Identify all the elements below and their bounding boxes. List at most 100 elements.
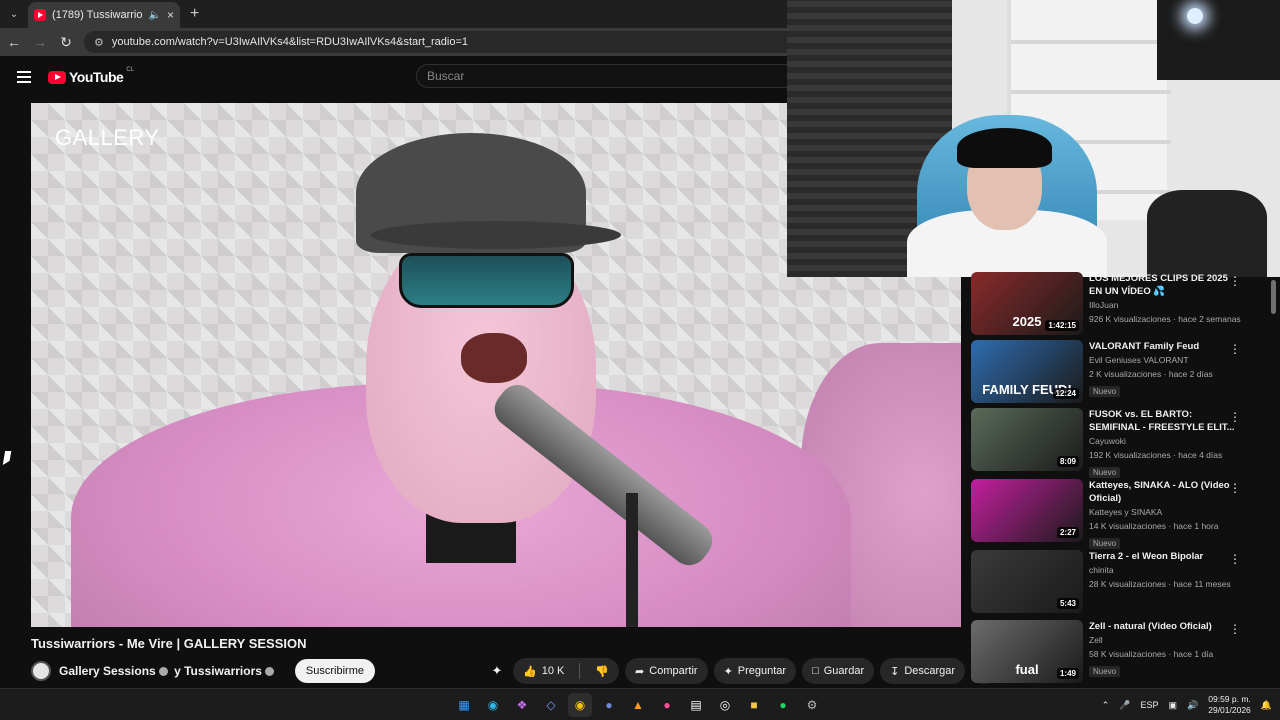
notifications-icon[interactable]: 🔔 [1261,700,1272,711]
download-button[interactable]: ↧ Descargar [880,658,966,684]
rec-thumbnail[interactable]: 2:27 [971,479,1083,542]
rec-more-icon[interactable]: ⋮ [1229,552,1241,566]
rec-channel[interactable]: Cayuwoki [1089,434,1239,448]
ask-button[interactable]: ✦ Preguntar [713,658,797,684]
rec-channel[interactable]: chinita [1089,563,1239,577]
share-arrow-icon: ➦ [635,665,645,678]
rec-thumbnail[interactable]: 5:43 [971,550,1083,613]
rec-title[interactable]: LOS MEJORES CLIPS DE 2025 EN UN VÍDEO 💦 [1089,272,1239,298]
reload-icon[interactable]: ↻ [54,34,78,51]
rec-duration: 2:27 [1056,527,1079,538]
sparkle-icon[interactable]: ✦ [487,658,507,684]
cam-tv [1157,0,1280,80]
rec-more-icon[interactable]: ⋮ [1229,481,1241,495]
rec-title[interactable]: FUSOK vs. EL BARTO: SEMIFINAL - FREESTYL… [1089,408,1239,434]
rec-channel[interactable]: Katteyes y SINAKA [1089,505,1239,519]
rec-stats: 14 K visualizaciones · hace 1 hora [1089,521,1219,531]
rec-channel[interactable]: Zell [1089,633,1239,647]
rec-title[interactable]: Katteyes, SINAKA - ALO (Video Oficial) [1089,479,1239,505]
settings-gear-icon[interactable]: ⚙ [800,693,824,717]
like-dislike-group: 👍 10 K 👎 [513,658,620,684]
dev-app-icon[interactable]: ◇ [539,693,563,717]
windows-taskbar: ▦ ◉ ❖ ◇ ◉ ● ▲ ● ▤ ◎ ■ ● ⚙ ⌃ 🎤 ESP ▣ 🔊 09… [0,688,1280,720]
rec-thumbnail[interactable]: fual 1:49 [971,620,1083,683]
back-arrow-icon[interactable]: ← [2,34,26,50]
dislike-button[interactable]: 👎 [585,658,619,684]
channel-secondary[interactable]: Tussiwarriors [184,664,262,678]
tray-chevron-icon[interactable]: ⌃ [1102,700,1110,711]
rec-thumbnail[interactable]: 2025 1:42:15 [971,272,1083,335]
save-button[interactable]: □ Guardar [802,658,875,684]
forward-arrow-icon[interactable]: → [28,34,52,50]
speaker-icon[interactable]: 🔈 [149,10,161,21]
notepad-icon[interactable]: ▤ [684,693,708,717]
rec-stats: 58 K visualizaciones · hace 1 día [1089,649,1214,659]
youtube-logo[interactable]: YouTube CL [48,67,134,85]
rec-title[interactable]: VALORANT Family Feud [1089,340,1239,353]
rec-meta: VALORANT Family Feud Evil Geniuses VALORA… [1089,340,1239,399]
rec-title[interactable]: Zell - natural (Video Oficial) [1089,620,1239,633]
recommendation-item[interactable]: 8:09 FUSOK vs. EL BARTO: SEMIFINAL - FREE… [971,408,1261,478]
close-tab-icon[interactable]: × [167,8,174,22]
sidebar-scrollbar[interactable] [1271,280,1276,314]
rec-meta: Zell - natural (Video Oficial) Zell 58 K v… [1089,620,1239,679]
channel-names[interactable]: Gallery Sessions y Tussiwarriors [59,664,277,678]
new-tab-plus-icon[interactable]: + [190,5,199,23]
rec-more-icon[interactable]: ⋮ [1229,274,1241,288]
verified-icon [264,667,274,677]
save-label: Guardar [823,665,865,677]
edge-icon[interactable]: ◉ [481,693,505,717]
language-indicator[interactable]: ESP [1140,700,1158,710]
clock[interactable]: 09:59 p. m. 29/01/2026 [1208,694,1251,716]
rec-new-badge: Nuevo [1089,666,1121,677]
obs-icon[interactable]: ◎ [713,693,737,717]
spotify-icon[interactable]: ● [771,693,795,717]
rec-more-icon[interactable]: ⋮ [1229,410,1241,424]
chrome-icon[interactable]: ◉ [568,693,592,717]
recommendation-item[interactable]: FAMILY FEUD! 12:24 VALORANT Family Feud Evi… [971,340,1261,404]
mouth [461,333,527,383]
media-app-icon[interactable]: ▲ [626,693,650,717]
system-tray: ⌃ 🎤 ESP ▣ 🔊 09:59 p. m. 29/01/2026 🔔 [1102,693,1272,717]
discord-icon[interactable]: ● [597,693,621,717]
network-icon[interactable]: ▣ [1169,700,1178,711]
rec-more-icon[interactable]: ⋮ [1229,342,1241,356]
tab-search-chevron-icon[interactable]: ⌄ [0,0,28,28]
share-button[interactable]: ➦ Compartir [625,658,708,684]
mic-stand [626,493,638,627]
browser-tab[interactable]: (1789) Tussiwarriors - Me V 🔈 × [28,2,180,28]
subscribe-button[interactable]: Suscribirme [294,659,375,683]
rec-duration: 1:49 [1056,668,1079,679]
microphone-icon[interactable]: 🎤 [1119,700,1130,711]
volume-icon[interactable]: 🔊 [1187,700,1198,711]
search-input[interactable]: Buscar [416,64,788,88]
copilot-icon[interactable]: ❖ [510,693,534,717]
rec-channel[interactable]: Evil Geniuses VALORANT [1089,353,1239,367]
rec-thumbnail[interactable]: 8:09 [971,408,1083,471]
rec-channel[interactable]: IlloJuan [1089,298,1239,312]
recommendation-item[interactable]: 5:43 Tierra 2 - el Weon Bipolar chinita 28 … [971,550,1261,614]
channel-primary[interactable]: Gallery Sessions [59,664,156,678]
cam-black-chair [1147,190,1267,277]
hamburger-menu-icon[interactable] [17,71,31,83]
recommendation-item[interactable]: 2025 1:42:15 LOS MEJORES CLIPS DE 2025 EN … [971,272,1261,336]
recommendation-item[interactable]: 2:27 Katteyes, SINAKA - ALO (Video Oficia… [971,479,1261,549]
rec-duration: 12:24 [1052,388,1079,399]
site-settings-icon[interactable]: ⚙ [94,36,104,49]
logo-country-code: CL [126,67,134,73]
file-explorer-icon[interactable]: ■ [742,693,766,717]
mouse-cursor-icon [2,451,12,465]
pink-app-icon[interactable]: ● [655,693,679,717]
rec-title[interactable]: Tierra 2 - el Weon Bipolar [1089,550,1239,563]
rec-duration: 1:42:15 [1045,320,1079,331]
windows-start-icon[interactable]: ▦ [452,693,476,717]
youtube-play-logo-icon [48,70,66,84]
rec-more-icon[interactable]: ⋮ [1229,622,1241,636]
channel-avatar[interactable] [31,661,51,681]
clock-time: 09:59 p. m. [1208,694,1251,704]
recommendation-item[interactable]: fual 1:49 Zell - natural (Video Oficial) Ze… [971,620,1261,684]
address-bar[interactable]: ⚙ youtube.com/watch?v=U3IwAIlVKs4&list=R… [84,31,804,53]
rec-thumbnail[interactable]: FAMILY FEUD! 12:24 [971,340,1083,403]
rec-stats: 28 K visualizaciones · hace 11 meses [1089,579,1231,589]
like-button[interactable]: 👍 10 K [513,658,574,684]
